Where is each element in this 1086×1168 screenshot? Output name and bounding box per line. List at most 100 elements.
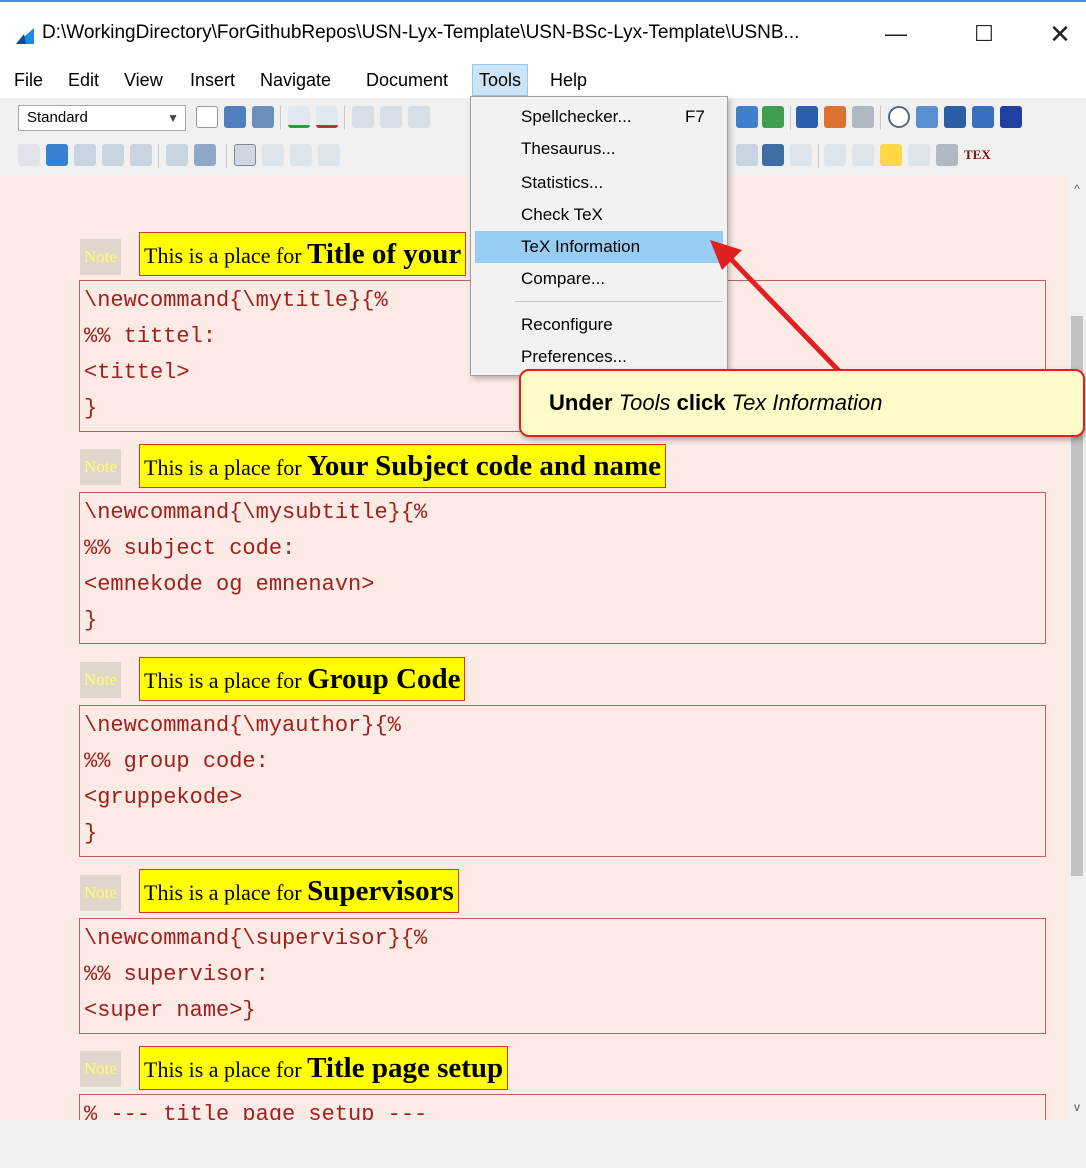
callout-word: Tex Information bbox=[731, 390, 883, 415]
view-output-icon[interactable] bbox=[74, 144, 96, 166]
bullet-list-icon[interactable] bbox=[290, 144, 312, 166]
insert-table-icon[interactable] bbox=[852, 106, 874, 128]
minimize-button[interactable]: — bbox=[866, 14, 926, 54]
paragraph-style-value: Standard bbox=[27, 109, 88, 126]
insert-box-icon[interactable] bbox=[908, 144, 930, 166]
annotation-arrow bbox=[710, 240, 843, 375]
note-label[interactable]: Note bbox=[80, 662, 122, 698]
note-heading: This is a place for Supervisors bbox=[139, 869, 459, 913]
note-label[interactable]: Note bbox=[80, 239, 122, 275]
indent-icon[interactable] bbox=[318, 144, 340, 166]
window-title: D:\WorkingDirectory\ForGithubRepos\USN-L… bbox=[42, 22, 800, 43]
menu-item-reconfigure[interactable]: Reconfigure bbox=[475, 309, 723, 341]
insert-citation-icon[interactable] bbox=[852, 144, 874, 166]
paragraph-align-icon[interactable] bbox=[234, 144, 256, 166]
toolbar-separator bbox=[344, 106, 345, 130]
menu-item-tex-information[interactable]: TeX Information bbox=[475, 231, 723, 263]
note-heading-title: Title page setup bbox=[307, 1052, 504, 1084]
insert-label-icon[interactable] bbox=[790, 144, 812, 166]
insert-index-icon[interactable] bbox=[762, 144, 784, 166]
paragraph-style-select[interactable]: Standard ▼ bbox=[18, 105, 186, 131]
menu-item-statistics[interactable]: Statistics... bbox=[475, 167, 723, 199]
menu-insert[interactable]: Insert bbox=[184, 64, 241, 96]
note-heading-prefix: This is a place for bbox=[144, 668, 308, 693]
save-icon[interactable] bbox=[252, 106, 274, 128]
new-document-icon[interactable] bbox=[196, 106, 218, 128]
insert-note-icon[interactable] bbox=[880, 144, 902, 166]
insert-footnote-icon[interactable] bbox=[736, 144, 758, 166]
menu-item-thesaurus[interactable]: Thesaurus... bbox=[475, 133, 723, 165]
tex-code-block[interactable]: \newcommand{\supervisor}{% %% supervisor… bbox=[79, 918, 1046, 1034]
maximize-button[interactable]: ☐ bbox=[954, 14, 1014, 54]
tex-code-block[interactable]: \newcommand{\myauthor}{% %% group code: … bbox=[79, 705, 1046, 857]
layout-panel-icon[interactable] bbox=[1000, 106, 1022, 128]
menu-separator bbox=[515, 301, 723, 302]
menu-tools[interactable]: Tools bbox=[472, 64, 529, 96]
export-icon[interactable] bbox=[130, 144, 152, 166]
view-pdf-icon[interactable] bbox=[102, 144, 124, 166]
math-panel-icon[interactable] bbox=[916, 106, 938, 128]
update-icon[interactable] bbox=[46, 144, 68, 166]
note-heading-prefix: This is a place for bbox=[144, 880, 308, 905]
title-bar: D:\WorkingDirectory\ForGithubRepos\USN-L… bbox=[0, 0, 1086, 60]
callout-word: Tools bbox=[618, 390, 671, 415]
spellcheck-icon[interactable] bbox=[288, 106, 310, 128]
note-label[interactable]: Note bbox=[80, 875, 122, 911]
note-label[interactable]: Note bbox=[80, 1051, 122, 1087]
note-heading-title: Group Code bbox=[307, 663, 461, 695]
scroll-down-icon[interactable]: v bbox=[1068, 1100, 1086, 1114]
menu-bar: File Edit View Insert Navigate Document … bbox=[0, 60, 1086, 98]
font-style-icon[interactable] bbox=[736, 106, 758, 128]
view-source-icon[interactable] bbox=[18, 144, 40, 166]
menu-item-shortcut: F7 bbox=[685, 107, 705, 126]
note-heading: This is a place for Group Code bbox=[139, 657, 466, 701]
menu-edit[interactable]: Edit bbox=[62, 64, 105, 96]
menu-file[interactable]: File bbox=[8, 64, 49, 96]
menu-document[interactable]: Document bbox=[360, 64, 454, 96]
menu-navigate[interactable]: Navigate bbox=[254, 64, 337, 96]
toolbar-separator bbox=[158, 144, 159, 168]
math-sum-icon[interactable] bbox=[796, 106, 818, 128]
text-color-icon[interactable] bbox=[762, 106, 784, 128]
view-panel-icon[interactable] bbox=[972, 106, 994, 128]
table-panel-icon[interactable] bbox=[944, 106, 966, 128]
zoom-icon[interactable] bbox=[166, 144, 188, 166]
scroll-up-icon[interactable]: ^ bbox=[1068, 182, 1086, 196]
toolbar-separator bbox=[818, 144, 819, 168]
close-button[interactable]: ✕ bbox=[1030, 14, 1086, 54]
note-heading-prefix: This is a place for bbox=[144, 1057, 308, 1082]
insert-url-icon[interactable] bbox=[936, 144, 958, 166]
tex-code-block[interactable]: % --- title page setup --- bbox=[79, 1094, 1046, 1120]
note-heading-title: Supervisors bbox=[307, 875, 454, 907]
cut-icon[interactable] bbox=[408, 106, 430, 128]
compass-icon[interactable] bbox=[888, 106, 910, 128]
vertical-scrollbar[interactable]: ^ v bbox=[1068, 176, 1086, 1120]
menu-item-spellchecker[interactable]: Spellchecker... F7 bbox=[475, 101, 723, 133]
undo-icon[interactable] bbox=[352, 106, 374, 128]
menu-item-label: Spellchecker... bbox=[521, 107, 632, 126]
menu-item-compare[interactable]: Compare... bbox=[475, 263, 723, 295]
note-heading-prefix: This is a place for bbox=[144, 243, 308, 268]
spellcheck-continuous-icon[interactable] bbox=[316, 106, 338, 128]
insert-graphics-icon[interactable] bbox=[824, 106, 846, 128]
open-folder-icon[interactable] bbox=[224, 106, 246, 128]
track-changes-icon[interactable] bbox=[194, 144, 216, 166]
insert-tex-code-icon[interactable]: TEX bbox=[964, 144, 991, 166]
menu-view[interactable]: View bbox=[118, 64, 169, 96]
note-heading: This is a place for Your Subject code an… bbox=[139, 444, 667, 488]
instruction-callout: Under Tools click Tex Information bbox=[519, 369, 1085, 437]
status-bar bbox=[0, 1120, 1086, 1168]
toolbar-separator bbox=[880, 106, 881, 130]
menu-item-check-tex[interactable]: Check TeX bbox=[475, 199, 723, 231]
redo-icon[interactable] bbox=[380, 106, 402, 128]
note-label[interactable]: Note bbox=[80, 449, 122, 485]
menu-help[interactable]: Help bbox=[544, 64, 593, 96]
toolbar-separator bbox=[790, 106, 791, 130]
chevron-down-icon: ▼ bbox=[167, 111, 179, 125]
toolbar-separator bbox=[226, 144, 227, 168]
tex-code-block[interactable]: \newcommand{\mysubtitle}{% %% subject co… bbox=[79, 492, 1046, 644]
insert-margin-note-icon[interactable] bbox=[824, 144, 846, 166]
callout-word: Under bbox=[549, 390, 613, 415]
note-heading-title: Your Subject code and name bbox=[307, 450, 662, 482]
numbered-list-icon[interactable] bbox=[262, 144, 284, 166]
